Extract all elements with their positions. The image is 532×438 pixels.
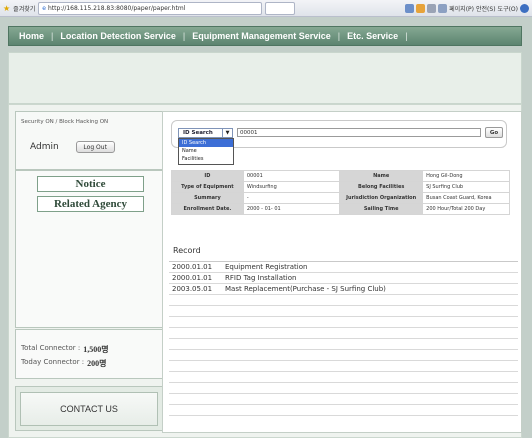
safety-menu[interactable]: 안전(S): [476, 4, 496, 13]
login-box: Security ON / Block Hacking ON Admin Log…: [15, 111, 163, 170]
table-row: Type of Equipment Windsurfing Belong Fac…: [171, 181, 510, 193]
empty-row: [169, 372, 518, 383]
new-tab[interactable]: [265, 1, 296, 15]
field-label: Name: [339, 170, 424, 182]
empty-row: [169, 350, 518, 361]
record-title: Record: [173, 246, 201, 255]
stat-value: 200명: [87, 359, 107, 368]
search-type-dropdown: ID Search Name Facilities: [178, 138, 234, 165]
feeds-icon[interactable]: [416, 3, 426, 13]
sidebar-links: Notice Related Agency: [15, 170, 163, 328]
field-label: Sailing Time: [339, 203, 424, 215]
field-value: -: [242, 192, 341, 204]
field-value: 00001: [242, 170, 341, 182]
list-item: 2000.01.01 Equipment Registration: [169, 262, 518, 273]
field-value: Windsurfing: [242, 181, 341, 193]
empty-row: [169, 317, 518, 328]
stat-label: Total Connector :: [21, 344, 81, 352]
browser-bar: ★ 즐겨찾기 e http://168.115.218.83:8080/pape…: [0, 0, 532, 17]
nav-separator: |: [51, 31, 54, 41]
nav-location-detection[interactable]: Location Detection Service: [60, 31, 176, 41]
chevron-down-icon[interactable]: ▼: [222, 129, 232, 137]
empty-row: [169, 394, 518, 405]
favorites-star-icon[interactable]: ★: [3, 4, 10, 13]
nav-equipment-management[interactable]: Equipment Management Service: [192, 31, 331, 41]
page: Home | Location Detection Service | Equi…: [0, 17, 532, 438]
connector-stats: Total Connector : 1,500명 Today Connector…: [15, 329, 163, 379]
header-band: [8, 52, 522, 104]
record-text: Equipment Registration: [225, 263, 308, 271]
empty-row: [169, 328, 518, 339]
field-label: Enrollment Date.: [171, 203, 244, 215]
record-date: 2000.01.01: [172, 263, 213, 271]
equipment-info-table: ID 00001 Name Hong Gil-Dong Type of Equi…: [171, 170, 510, 215]
field-value: Busan Coast Guard, Korea: [422, 192, 510, 204]
user-name: Admin: [30, 142, 59, 152]
print-icon[interactable]: [438, 3, 448, 13]
record-list: 2000.01.01 Equipment Registration 2000.0…: [169, 261, 518, 419]
help-icon[interactable]: [520, 3, 529, 13]
dropdown-option-id-search[interactable]: ID Search: [179, 139, 233, 147]
field-label: Summary: [171, 192, 244, 204]
contact-us-button[interactable]: CONTACT US: [20, 392, 158, 426]
security-status: Security ON / Block Hacking ON: [21, 119, 109, 125]
nav-separator: |: [182, 31, 186, 41]
record-date: 2000.01.01: [172, 274, 213, 282]
field-label: ID: [171, 170, 244, 182]
nav-home[interactable]: Home: [19, 31, 44, 41]
empty-row: [169, 405, 518, 416]
dropdown-option-name[interactable]: Name: [179, 147, 233, 155]
empty-row: [169, 361, 518, 372]
favorites-label[interactable]: 즐겨찾기: [13, 4, 35, 13]
search-type-select[interactable]: ID Search ▼: [178, 128, 233, 138]
nav-separator: |: [405, 31, 408, 41]
dropdown-option-facilities[interactable]: Facilities: [179, 155, 233, 163]
field-label: Belong Facilities: [339, 181, 424, 193]
field-label: Type of Equipment: [171, 181, 244, 193]
table-row: Enrollment Date. 2000 - 01- 01 Sailing T…: [171, 203, 510, 215]
top-nav: Home | Location Detection Service | Equi…: [8, 26, 522, 46]
record-text: RFID Tag Installation: [225, 274, 297, 282]
browser-tab[interactable]: e http://168.115.218.83:8080/paper/paper…: [38, 1, 263, 15]
field-value: 2000 - 01- 01: [242, 203, 341, 215]
empty-row: [169, 295, 518, 306]
go-button[interactable]: Go: [485, 127, 503, 138]
empty-row: [169, 383, 518, 394]
table-row: Summary - Jurisdiction Organization Busa…: [171, 192, 510, 204]
record-date: 2003.05.01: [172, 285, 213, 293]
empty-row: [169, 306, 518, 317]
table-row: ID 00001 Name Hong Gil-Dong: [171, 170, 510, 182]
field-value: SJ Surfing Club: [422, 181, 510, 193]
ie-page-icon: e: [42, 4, 46, 12]
field-value: Hong Gil-Dong: [422, 170, 510, 182]
main-panel: ID Search ▼ Go ID Search Name Facilities…: [162, 111, 522, 433]
search-input[interactable]: [237, 128, 481, 137]
today-connector: Today Connector : 200명: [21, 358, 107, 369]
total-connector: Total Connector : 1,500명: [21, 344, 109, 355]
stat-label: Today Connector :: [21, 358, 85, 366]
notice-link[interactable]: Notice: [37, 176, 144, 192]
tools-menu[interactable]: 도구(O): [498, 4, 518, 13]
empty-row: [169, 339, 518, 350]
search-type-value: ID Search: [183, 130, 213, 136]
list-item: 2003.05.01 Mast Replacement(Purchase - S…: [169, 284, 518, 295]
contact-box: CONTACT US: [15, 386, 163, 431]
related-agency-link[interactable]: Related Agency: [37, 196, 144, 212]
page-menu[interactable]: 페이지(P): [449, 4, 474, 13]
field-value: 200 Hour/Total 200 Day: [422, 203, 510, 215]
browser-toolbar: 페이지(P) 안전(S) 도구(O): [405, 3, 529, 13]
stat-value: 1,500명: [83, 345, 109, 354]
logout-button[interactable]: Log Out: [75, 141, 115, 153]
nav-separator: |: [337, 31, 341, 41]
list-item: 2000.01.01 RFID Tag Installation: [169, 273, 518, 284]
tab-url: http://168.115.218.83:8080/paper/paper.h…: [47, 4, 186, 12]
mail-icon[interactable]: [427, 3, 437, 13]
home-icon[interactable]: [405, 3, 415, 13]
nav-etc-service[interactable]: Etc. Service: [347, 31, 398, 41]
field-label: Jurisdiction Organization: [339, 192, 424, 204]
content-area: Security ON / Block Hacking ON Admin Log…: [8, 104, 522, 438]
record-text: Mast Replacement(Purchase - SJ Surfing C…: [225, 285, 386, 293]
left-sidebar: Security ON / Block Hacking ON Admin Log…: [15, 111, 163, 434]
